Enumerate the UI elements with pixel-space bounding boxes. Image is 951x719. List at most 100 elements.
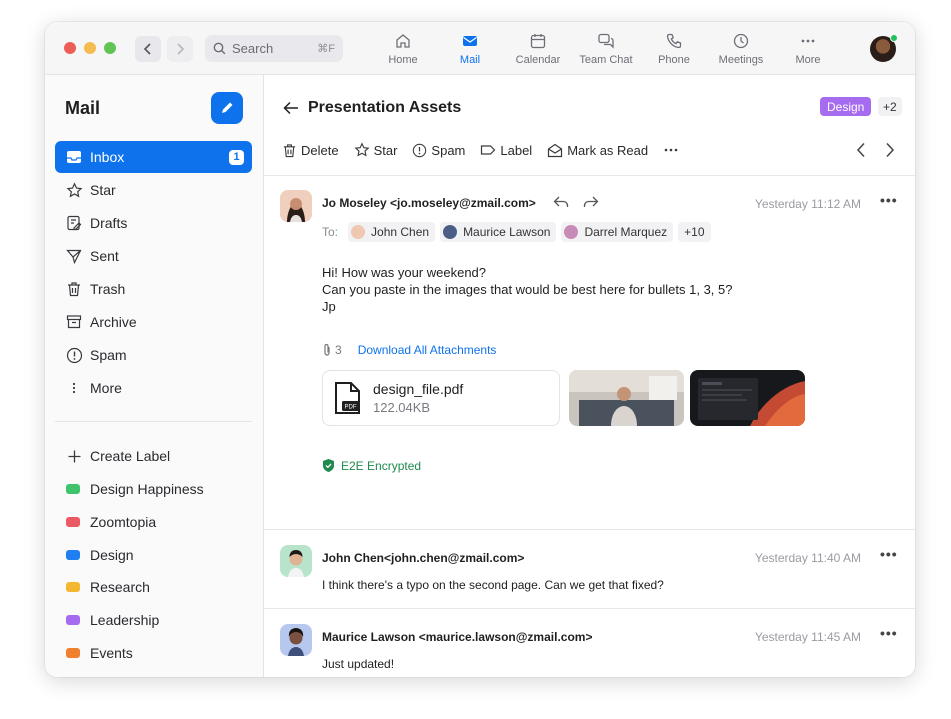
nav-mail[interactable]: Mail (435, 30, 505, 66)
search-input[interactable]: Search ⌘F (205, 35, 343, 62)
create-label-button[interactable]: Create Label (55, 440, 252, 472)
mail-icon (463, 36, 477, 46)
sidebar-item-spam[interactable]: Spam (55, 339, 252, 371)
sidebar-item-label: Inbox (90, 149, 125, 165)
spam-button[interactable]: Spam (412, 143, 465, 158)
nav-more[interactable]: More (773, 30, 843, 66)
nav-calendar[interactable]: Calendar (503, 30, 573, 66)
attachment-file-name: design_file.pdf (373, 381, 464, 397)
sidebar-label-research[interactable]: Research (55, 571, 252, 603)
photo-thumbnail-icon (569, 370, 684, 426)
sidebar-item-label: Sent (90, 248, 119, 264)
avatar (280, 190, 312, 222)
close-window-button[interactable] (64, 42, 76, 54)
maximize-window-button[interactable] (104, 42, 116, 54)
label-tag-icon (66, 517, 80, 527)
arrow-left-icon[interactable] (283, 101, 299, 115)
nav-meetings-label: Meetings (718, 54, 764, 66)
nav-home-label: Home (388, 54, 418, 66)
thread-label-tag[interactable]: Design (820, 97, 872, 116)
more-labels-badge[interactable]: +2 (878, 97, 902, 116)
nav-team-chat-label: Team Chat (579, 54, 633, 66)
nav-home[interactable]: Home (368, 30, 438, 66)
person-avatar-icon (280, 545, 312, 577)
sidebar-label-text: Design Happiness (90, 481, 204, 497)
attachment-image-thumbnail[interactable] (690, 370, 805, 426)
minimize-window-button[interactable] (84, 42, 96, 54)
sidebar-item-drafts[interactable]: Drafts (55, 207, 252, 239)
attachment-count-text: 3 (335, 343, 342, 357)
to-label: To: (322, 225, 339, 239)
trash-icon (68, 282, 80, 297)
avatar (280, 545, 312, 577)
reply-icon[interactable] (553, 195, 569, 209)
attachment-file-card[interactable]: PDF design_file.pdf 122.04KB (322, 370, 560, 426)
sidebar: Mail Inbox 1 Star Drafts Sent Trash Arch… (45, 75, 264, 677)
plus-icon (68, 450, 80, 462)
spam-label: Spam (431, 142, 466, 158)
chevron-left-icon (143, 43, 151, 55)
message-timestamp: Yesterday 11:12 AM (754, 197, 861, 211)
next-thread-button[interactable] (879, 139, 901, 161)
sidebar-label-design-happiness[interactable]: Design Happiness (55, 473, 252, 505)
thread-subject-text: Presentation Assets (308, 99, 462, 116)
sidebar-label-zoomtopia[interactable]: Zoomtopia (55, 506, 252, 538)
sidebar-item-sent[interactable]: Sent (55, 240, 252, 272)
sidebar-item-archive[interactable]: Archive (55, 306, 252, 338)
encryption-status: E2E Encrypted (322, 458, 421, 473)
sidebar-item-label: Drafts (90, 215, 128, 231)
sidebar-item-trash[interactable]: Trash (55, 273, 252, 305)
recipient-name: Darrel Marquez (584, 225, 668, 239)
attachment-image-thumbnail[interactable] (569, 370, 684, 426)
label-label: Label (500, 142, 533, 158)
more-icon (801, 39, 815, 43)
recipient-chip[interactable]: Maurice Lawson (440, 222, 557, 242)
nav-more-label: More (795, 54, 821, 66)
clock-icon (733, 33, 749, 49)
shield-check-icon (323, 459, 334, 472)
sidebar-item-more[interactable]: More (55, 372, 252, 404)
compose-button[interactable] (211, 92, 243, 124)
message-divider (264, 529, 915, 530)
recipient-chip[interactable]: John Chen (348, 222, 436, 242)
title-bar: Search ⌘F Home Mail Calendar Team Chat P… (45, 22, 915, 75)
chevron-right-icon (886, 142, 895, 158)
label-button[interactable]: Label (480, 143, 532, 158)
avatar (351, 225, 366, 239)
sidebar-label-design[interactable]: Design (55, 539, 252, 571)
message-more-button[interactable]: ••• (880, 546, 898, 562)
message-sender: John Chen<john.chen@zmail.com> (322, 551, 525, 565)
sidebar-label-leadership[interactable]: Leadership (55, 604, 252, 636)
star-button[interactable]: Star (354, 142, 397, 158)
nav-team-chat[interactable]: Team Chat (571, 30, 641, 66)
sidebar-label-text: Design (90, 547, 134, 563)
back-button[interactable] (135, 36, 161, 62)
attachments-header: 3 Download All Attachments (322, 343, 496, 357)
more-actions-button[interactable] (663, 147, 683, 153)
star-icon (354, 142, 370, 157)
forward-icon[interactable] (583, 195, 599, 209)
nav-meetings[interactable]: Meetings (706, 30, 776, 66)
toolbar-divider (264, 175, 915, 176)
message-more-button[interactable]: ••• (880, 625, 898, 641)
forward-button[interactable] (167, 36, 193, 62)
sidebar-label-events[interactable]: Events (55, 637, 252, 669)
paperclip-icon (324, 343, 330, 356)
more-recipients-chip[interactable]: +10 (678, 222, 711, 242)
spam-icon (66, 347, 82, 363)
recipient-chip[interactable]: Darrel Marquez (561, 222, 674, 242)
download-all-attachments-link[interactable]: Download All Attachments (358, 343, 497, 357)
star-icon (66, 181, 82, 197)
nav-phone[interactable]: Phone (639, 30, 709, 66)
mark-as-read-button[interactable]: Mark as Read (547, 143, 648, 158)
message-more-button[interactable]: ••• (880, 192, 898, 208)
drafts-icon (67, 215, 82, 231)
sidebar-item-star[interactable]: Star (55, 174, 252, 206)
sidebar-item-inbox[interactable]: Inbox 1 (55, 141, 252, 173)
delete-button[interactable]: Delete (282, 143, 339, 158)
delete-label: Delete (301, 142, 339, 158)
profile-avatar[interactable] (870, 34, 898, 62)
avatar (564, 225, 579, 239)
previous-thread-button[interactable] (850, 139, 872, 161)
chat-icon (598, 33, 614, 49)
